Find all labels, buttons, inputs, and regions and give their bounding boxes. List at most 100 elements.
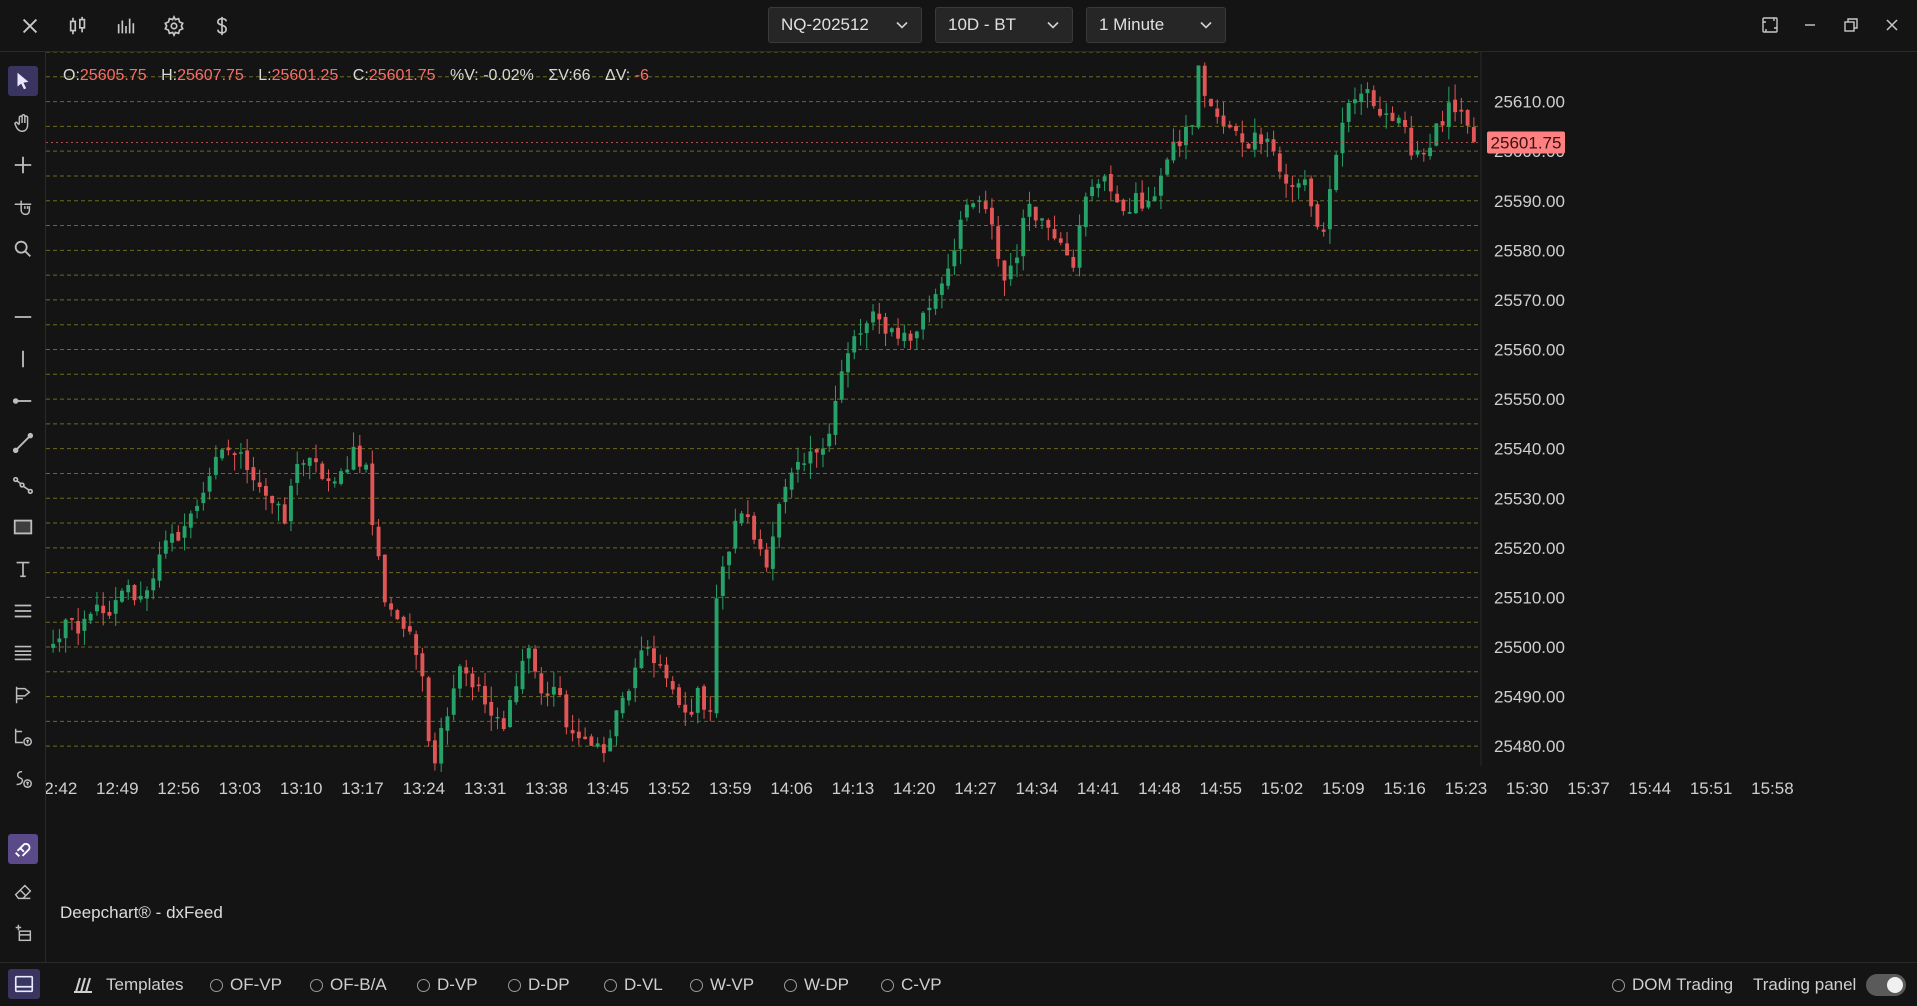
study-label: C-VP: [901, 975, 942, 994]
candle-body: [526, 648, 531, 659]
candle-body: [1271, 139, 1276, 152]
candle-body: [1221, 115, 1226, 126]
candle-body: [1021, 217, 1026, 257]
candle-body: [858, 333, 863, 335]
sum-volume-label: ΣV:: [548, 67, 573, 84]
fib-lines-icon[interactable]: [8, 638, 38, 668]
dom-trading-radio[interactable]: [1612, 978, 1625, 992]
trading-panel-option[interactable]: Trading panel: [1753, 973, 1907, 997]
candle-body: [1002, 260, 1007, 281]
study-radio[interactable]: [310, 978, 323, 992]
study-option-d-vl[interactable]: D-VL: [604, 973, 663, 997]
zoom-icon[interactable]: [8, 234, 38, 264]
candle-body: [614, 710, 619, 737]
gear-icon[interactable]: [160, 12, 188, 40]
candle-body: [990, 207, 994, 225]
candle-body: [1277, 153, 1282, 172]
candle-body: [533, 648, 537, 672]
cursor-icon[interactable]: [8, 66, 38, 96]
period-select[interactable]: 10D - BT: [935, 7, 1073, 43]
trend-line-icon[interactable]: [8, 428, 38, 458]
templates-button[interactable]: Templates: [72, 973, 183, 997]
multi-line-icon[interactable]: [8, 470, 38, 500]
hand-icon[interactable]: [8, 108, 38, 138]
study-option-c-vp[interactable]: C-VP: [881, 973, 942, 997]
candle-body: [952, 250, 957, 267]
candle-body: [589, 736, 594, 746]
dollar-icon[interactable]: [208, 12, 236, 40]
candle-body: [727, 551, 732, 566]
study-radio[interactable]: [881, 978, 894, 992]
candle-body: [1202, 65, 1207, 96]
candle-body: [739, 513, 744, 523]
candle-body: [163, 540, 168, 554]
close-icon[interactable]: [1879, 12, 1905, 38]
study-option-of-b-a[interactable]: OF-B/A: [310, 973, 387, 997]
study-option-d-dp[interactable]: D-DP: [508, 973, 570, 997]
candle-body: [1446, 102, 1451, 127]
close-icon[interactable]: [16, 12, 44, 40]
candle-body: [251, 467, 256, 481]
candle-body: [558, 687, 563, 696]
candle-body: [664, 664, 669, 679]
candle-body: [1240, 133, 1245, 143]
candle-body: [1302, 179, 1307, 186]
interval-select[interactable]: 1 Minute: [1086, 7, 1226, 43]
candle-body: [1096, 183, 1101, 189]
long-short-icon[interactable]: [8, 680, 38, 710]
hand-cursor-icon[interactable]: [8, 192, 38, 222]
parallel-lines-icon[interactable]: [8, 596, 38, 626]
rectangle-icon[interactable]: [8, 512, 38, 542]
study-option-of-vp[interactable]: OF-VP: [210, 973, 282, 997]
candle-body: [1083, 196, 1088, 228]
candle-body: [1465, 109, 1470, 126]
layers-icon[interactable]: [8, 918, 38, 948]
study-radio[interactable]: [508, 978, 521, 992]
study-radio[interactable]: [417, 978, 430, 992]
study-radio[interactable]: [784, 978, 797, 992]
restore-icon[interactable]: [1838, 12, 1864, 38]
minimize-icon[interactable]: [1797, 12, 1823, 38]
dom-trading-option[interactable]: DOM Trading: [1612, 973, 1733, 997]
x-tick-label: 14:48: [1138, 779, 1181, 798]
text-icon[interactable]: [8, 554, 38, 584]
date-range-icon[interactable]: [8, 764, 38, 794]
study-option-w-dp[interactable]: W-DP: [784, 973, 849, 997]
candlestick-icon[interactable]: [64, 12, 92, 40]
bar-chart-icon[interactable]: [112, 12, 140, 40]
candle-body: [238, 452, 243, 454]
candle-body: [633, 667, 638, 689]
study-option-d-vp[interactable]: D-VP: [417, 973, 478, 997]
ray-icon[interactable]: [8, 386, 38, 416]
study-radio[interactable]: [604, 978, 617, 992]
x-tick-label: 15:51: [1690, 779, 1733, 798]
watermark: Deepchart® - dxFeed: [60, 903, 223, 922]
price-range-icon[interactable]: [8, 722, 38, 752]
chart-area[interactable]: 25480.00 25490.00 25500.00 25510.00 25520.00…: [46, 52, 1917, 962]
candle-body: [958, 219, 963, 249]
magnet-icon[interactable]: [8, 834, 38, 864]
candle-body: [946, 268, 951, 286]
panel-toggle-icon[interactable]: [8, 969, 40, 999]
candle-body: [1077, 225, 1082, 268]
candle-body: [370, 463, 375, 526]
fullscreen-icon[interactable]: [1757, 12, 1783, 38]
study-radio[interactable]: [210, 978, 223, 992]
candle-body: [814, 448, 819, 453]
vertical-line-icon[interactable]: [8, 344, 38, 374]
candlestick-chart[interactable]: 25480.00 25490.00 25500.00 25510.00 25520.00…: [46, 52, 1917, 962]
horizontal-line-icon[interactable]: [8, 302, 38, 332]
candle-body: [301, 463, 306, 465]
candle-body: [1152, 196, 1157, 202]
candle-body: [802, 463, 807, 465]
candle-body: [307, 457, 312, 466]
trading-panel-toggle[interactable]: [1866, 974, 1907, 996]
crosshair-icon[interactable]: [8, 150, 38, 180]
high-label: H:: [161, 67, 178, 84]
candle-body: [88, 613, 93, 621]
eraser-icon[interactable]: [8, 876, 38, 906]
study-option-w-vp[interactable]: W-VP: [690, 973, 754, 997]
candle-body: [113, 600, 118, 614]
instrument-select[interactable]: NQ-202512: [768, 7, 922, 43]
study-radio[interactable]: [690, 978, 703, 992]
